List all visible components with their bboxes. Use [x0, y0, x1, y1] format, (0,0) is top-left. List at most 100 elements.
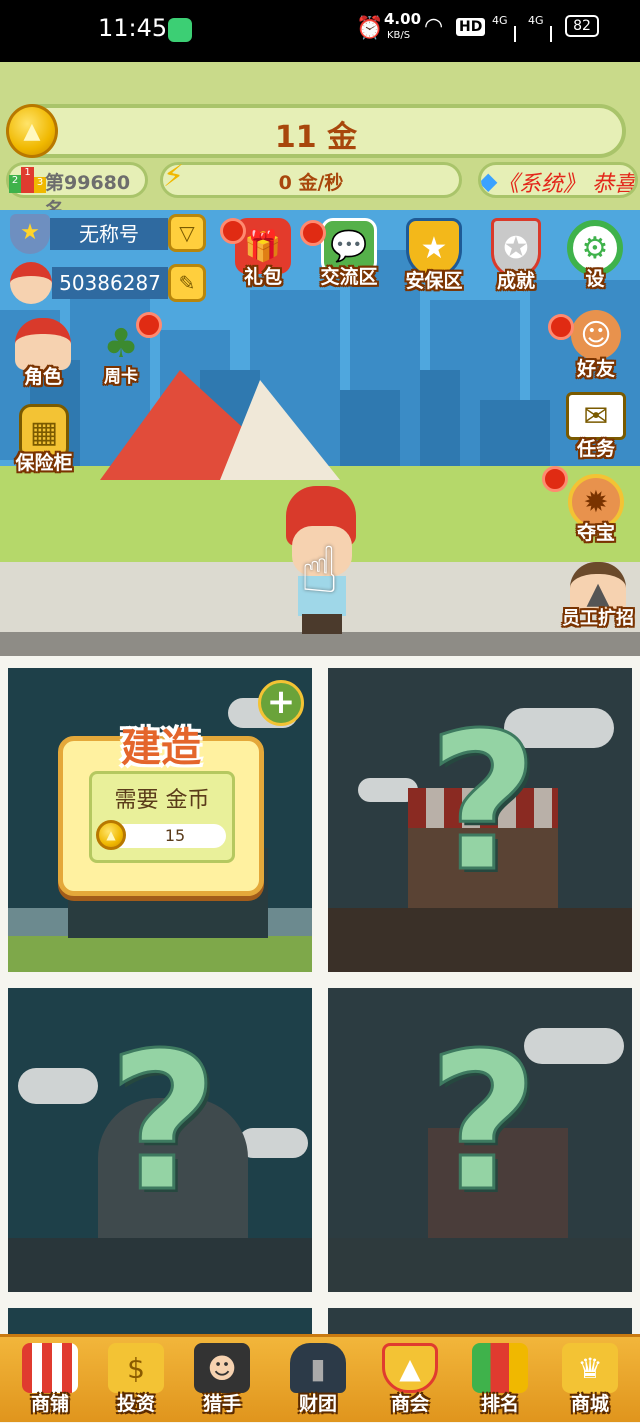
safe-label: 保险柜 — [15, 452, 73, 474]
chat-notification-icon — [168, 18, 192, 42]
treasure-label: 夺宝 — [576, 522, 615, 544]
signal1-icon — [494, 26, 516, 42]
avatar[interactable] — [10, 262, 52, 304]
nav-shop[interactable]: 商铺 — [10, 1343, 90, 1423]
curb — [0, 632, 640, 656]
friends-button[interactable]: ☺ 好友 — [548, 310, 632, 381]
system-ticker: ◆ 《系统》 恭喜 — [478, 162, 638, 198]
weekly-card-badge — [136, 312, 162, 338]
nav-consortium[interactable]: ▮ 财团 — [278, 1343, 358, 1423]
hire-staff-button[interactable]: ▲ 员工扩招 — [556, 562, 640, 630]
player-legs[interactable] — [302, 614, 342, 634]
alarm-icon: ⏰ — [356, 16, 384, 41]
storefront-icon — [22, 1343, 78, 1393]
build-title: 建造 — [121, 725, 201, 771]
nav-guild-label: 商会 — [390, 1393, 429, 1415]
rate-text: 0 金/秒 — [278, 172, 344, 194]
gold-bar[interactable]: ▲ 11 金 — [6, 104, 626, 158]
tasks-label: 任务 — [576, 438, 615, 460]
title-row: ★ 无称号 ▽ — [10, 214, 206, 254]
settings-label: 设 — [585, 268, 605, 290]
top-band: ▲ 11 金 2 1 3 第99680名 ⚡ 0 金/秒 ◆ 《系统》 恭喜 — [0, 62, 640, 221]
forum-badge — [300, 220, 326, 246]
treasure-button[interactable]: ✹ 夺宝 — [542, 466, 630, 545]
nav-ranking-label: 排名 — [480, 1393, 519, 1415]
nav-guild[interactable]: ▲ 商会 — [370, 1343, 450, 1423]
safe-button[interactable]: ▦ 保险柜 — [12, 404, 76, 475]
title-dropdown-button[interactable]: ▽ — [168, 214, 206, 252]
rate-bar: ⚡ 0 金/秒 — [160, 159, 462, 198]
add-build-button[interactable]: + — [258, 680, 304, 726]
nav-mall-label: 商城 — [570, 1393, 609, 1415]
guild-shield-icon: ▲ — [382, 1343, 438, 1393]
nav-shop-label: 商铺 — [30, 1393, 69, 1415]
locked-shop-card-1[interactable]: ? — [328, 668, 632, 972]
bottom-nav: 商铺 $ 投资 ☻ 猎手 ▮ 财团 ▲ 商会 排名 ♛ 商城 — [0, 1334, 640, 1422]
tent-door — [220, 380, 340, 480]
podium-icon: 2 1 3 — [9, 167, 49, 195]
forum-label: 交流区 — [320, 266, 378, 288]
locked-shop-card-2[interactable]: ? — [8, 988, 312, 1292]
security-area-button[interactable]: ★ 安保区 — [398, 218, 470, 293]
weekly-card-button[interactable]: ♣ 周卡 — [90, 312, 162, 387]
ranking-bars-icon — [472, 1343, 528, 1393]
gold-coin-icon-small: ▲ — [96, 820, 126, 850]
character-label: 角色 — [23, 366, 62, 388]
status-bar: 11:45 ⏰ 4.00 KB/S ◠ HD 4G 4G 82 — [0, 0, 640, 62]
clock: 11:45 — [98, 14, 168, 42]
net-speed: 4.00 — [384, 10, 422, 28]
envelope-icon: ✉ — [566, 392, 626, 440]
gift-pack-button[interactable]: 🎁 礼包 — [220, 218, 298, 289]
weekly-card-label: 周卡 — [104, 367, 138, 387]
security-label: 安保区 — [405, 270, 463, 292]
nav-hunter-label: 猎手 — [202, 1393, 241, 1415]
gift-badge — [220, 218, 246, 244]
rank-shield-icon: ★ — [10, 214, 50, 254]
nav-invest-label: 投资 — [116, 1393, 155, 1415]
nav-hunter[interactable]: ☻ 猎手 — [182, 1343, 262, 1423]
signal2-icon — [530, 26, 552, 42]
cost-box: 需要 金币 ▲ 15 — [89, 771, 235, 863]
character-button[interactable]: 角色 — [10, 318, 76, 389]
need-label: 需要 金币 — [114, 788, 210, 813]
tasks-button[interactable]: ✉ 任务 — [562, 392, 630, 461]
diamond-icon: ◆ — [479, 167, 498, 195]
friends-badge — [548, 314, 574, 340]
treasure-badge — [542, 466, 568, 492]
nav-consortium-label: 财团 — [298, 1393, 337, 1415]
gift-label: 礼包 — [243, 266, 282, 288]
battery-icon: 82 — [565, 15, 599, 37]
nav-ranking[interactable]: 排名 — [460, 1343, 540, 1423]
hunter-icon: ☻ — [194, 1343, 250, 1393]
tap-hand-icon: ☝ — [300, 534, 339, 608]
locked-question-icon: ? — [426, 692, 539, 913]
friends-label: 好友 — [576, 358, 615, 380]
nav-mall[interactable]: ♛ 商城 — [550, 1343, 630, 1423]
locked-question-icon: ? — [106, 1012, 219, 1233]
tower-icon: ▮ — [290, 1343, 346, 1393]
achievement-label: 成就 — [496, 270, 535, 292]
edit-pencil-button[interactable]: ✎ — [168, 264, 206, 302]
next-card-peek — [328, 1308, 632, 1334]
achievement-button[interactable]: ✪ 成就 — [484, 218, 548, 293]
player-title: 无称号 — [50, 218, 168, 250]
net-speed-unit: KB/S — [387, 30, 411, 41]
mall-icon: ♛ — [562, 1343, 618, 1393]
cost-field: ▲ 15 — [96, 820, 226, 850]
money-bag-icon: $ — [108, 1343, 164, 1393]
locked-question-icon: ? — [426, 1012, 539, 1233]
podium-1: 1 — [21, 167, 34, 193]
build-slot-card[interactable]: + 建造 需要 金币 ▲ 15 — [8, 668, 312, 972]
next-card-peek — [8, 1308, 312, 1334]
settings-button[interactable]: ⚙ 设 — [562, 220, 628, 291]
friends-icon: ☺ — [571, 310, 621, 360]
locked-shop-card-3[interactable]: ? — [328, 988, 632, 1292]
nav-invest[interactable]: $ 投资 — [96, 1343, 176, 1423]
forum-button[interactable]: 💬 交流区 — [300, 218, 386, 289]
gold-amount: 11 金 — [274, 120, 358, 155]
player-id: 50386287 — [52, 267, 168, 299]
rank-bar[interactable]: 2 1 3 第99680名 — [6, 162, 148, 221]
game-scene[interactable]: ☝ ★ 无称号 ▽ 50386287 ✎ 🎁 礼包 💬 交流区 ★ 安保区 ✪ … — [0, 210, 640, 656]
id-row: 50386287 ✎ — [10, 262, 206, 304]
build-panel[interactable]: 建造 需要 金币 ▲ 15 — [58, 725, 264, 896]
